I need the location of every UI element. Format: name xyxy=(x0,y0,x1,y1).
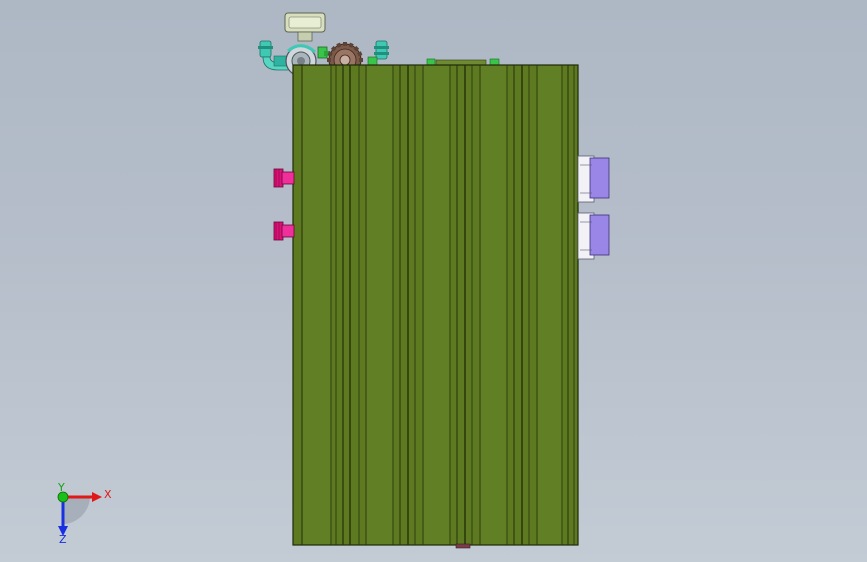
triad-shadow xyxy=(64,496,91,524)
gear-tooth xyxy=(327,58,331,62)
housing-panel xyxy=(538,66,562,544)
bottom-tab xyxy=(455,543,471,549)
x-axis-label: X xyxy=(104,488,112,501)
cad-viewport[interactable]: X Y Z xyxy=(0,0,867,562)
right-fitting[interactable] xyxy=(367,40,389,66)
pressure-gauge-icon[interactable] xyxy=(284,12,326,42)
housing-panel xyxy=(481,66,507,544)
top-clip-left xyxy=(426,58,436,66)
main-housing[interactable] xyxy=(292,64,579,549)
left-port-lower[interactable] xyxy=(273,221,295,241)
top-rail xyxy=(435,59,487,66)
housing-panel xyxy=(303,66,331,544)
axis-triad-icon: X Y Z xyxy=(57,481,112,546)
right-connector-upper[interactable] xyxy=(577,155,610,203)
y-axis-label: Y xyxy=(57,481,65,494)
gear-tooth xyxy=(359,58,363,62)
housing-panel xyxy=(367,66,393,544)
x-axis-arrow xyxy=(92,492,102,502)
model-view[interactable]: X Y Z xyxy=(0,0,867,562)
right-connector-lower[interactable] xyxy=(577,212,610,260)
top-clip-right xyxy=(489,58,500,66)
left-port-upper[interactable] xyxy=(273,168,295,188)
z-axis-label: Z xyxy=(59,533,67,546)
gear-tooth xyxy=(343,42,347,46)
housing-panel xyxy=(424,66,450,544)
